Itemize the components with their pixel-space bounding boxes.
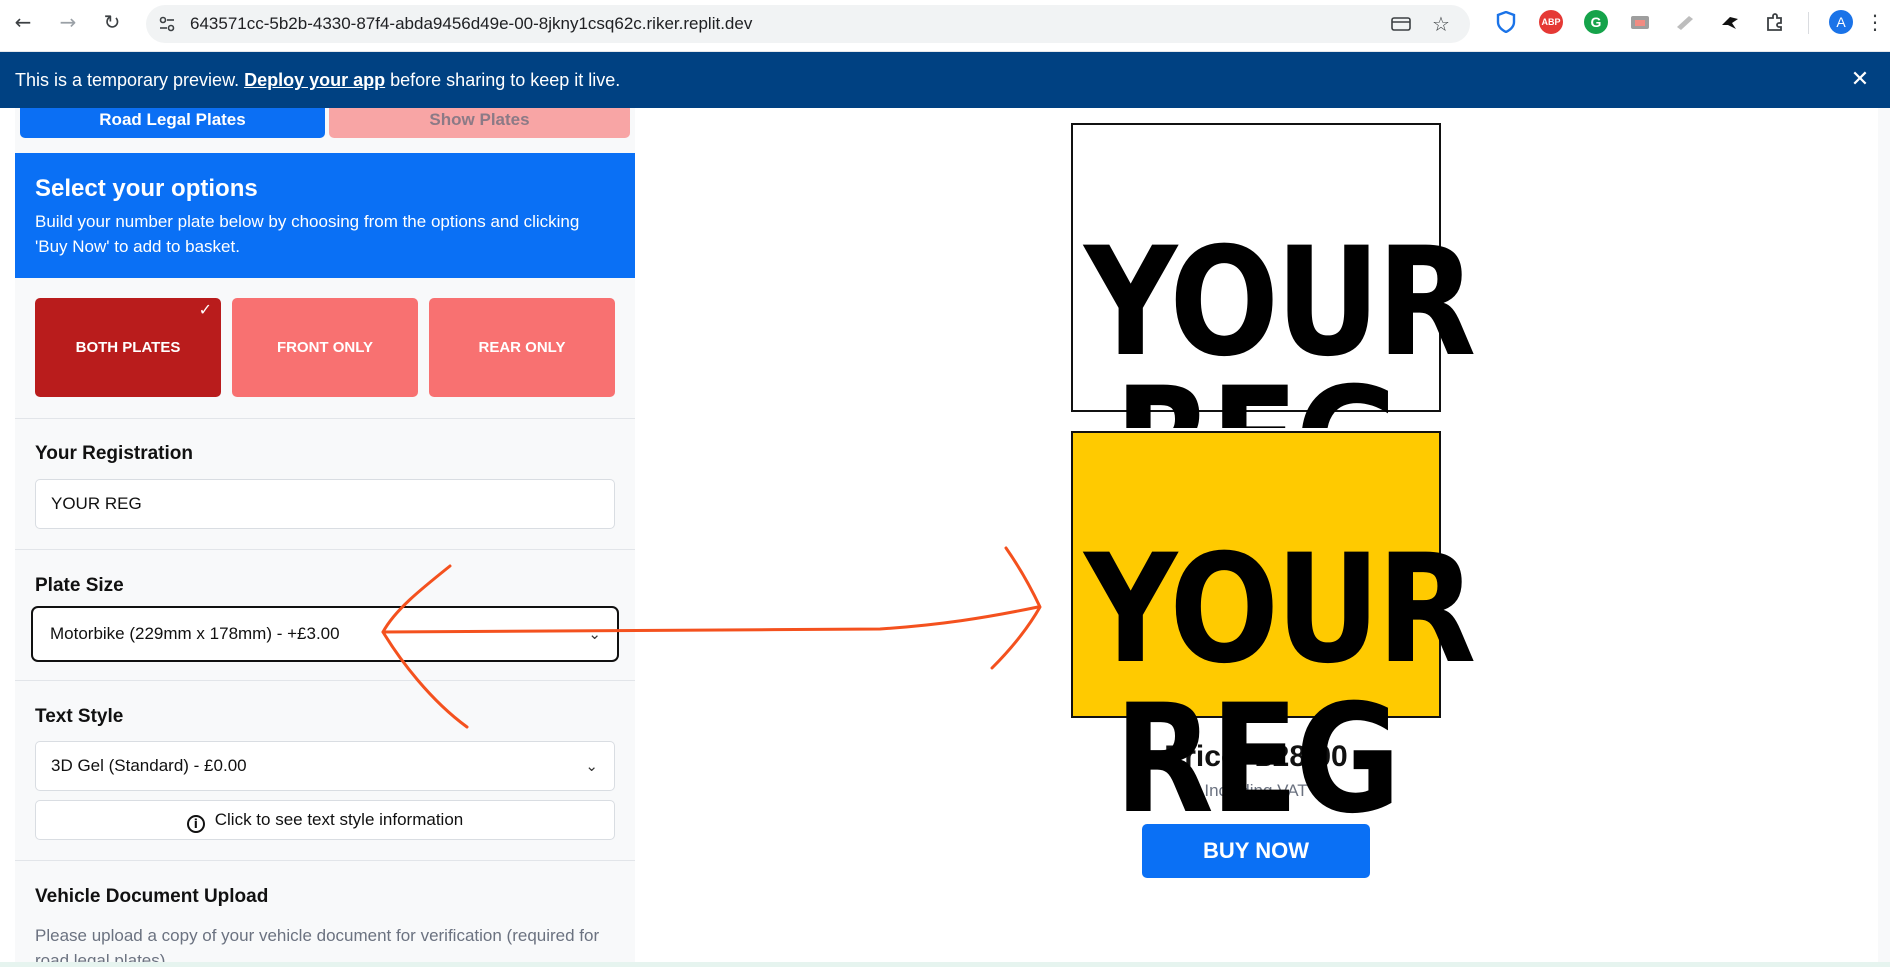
chevron-down-icon: ⌄ xyxy=(585,757,598,775)
rear-only-button[interactable]: REAR ONLY xyxy=(429,298,615,397)
options-title: Select your options xyxy=(35,175,258,202)
browser-toolbar: ← → ↻ 643571cc-5b2b-4330-87f4-abda9456d4… xyxy=(0,0,1890,52)
bookmark-star-icon[interactable]: ☆ xyxy=(1430,12,1452,36)
text-style-select[interactable]: 3D Gel (Standard) - £0.00 ⌄ xyxy=(35,741,615,791)
grammarly-icon[interactable]: G xyxy=(1584,10,1608,34)
registration-label: Your Registration xyxy=(35,443,193,464)
banner-prefix: This is a temporary preview. xyxy=(15,70,240,90)
deploy-link[interactable]: Deploy your app xyxy=(244,70,385,90)
section-divider xyxy=(15,418,635,419)
site-settings-icon[interactable] xyxy=(158,15,176,33)
bottom-edge xyxy=(0,962,1890,967)
plate-type-tabs: Road Legal Plates Show Plates xyxy=(20,108,630,138)
card-icon[interactable] xyxy=(1390,14,1412,34)
rear-plate-reg-line2: REG xyxy=(1114,673,1400,847)
toolbar-divider xyxy=(1808,12,1809,34)
back-icon[interactable]: ← xyxy=(11,10,35,34)
checkmark-icon: ✓ xyxy=(198,300,212,319)
menu-kebab-icon[interactable]: ⋮ xyxy=(1863,10,1887,34)
forward-icon[interactable]: → xyxy=(56,10,80,34)
reload-icon[interactable]: ↻ xyxy=(100,10,124,34)
chevron-down-icon: ⌄ xyxy=(588,625,601,643)
plate-size-select[interactable]: Motorbike (229mm x 178mm) - +£3.00 ⌄ xyxy=(31,606,619,662)
rear-only-label: REAR ONLY xyxy=(478,339,566,356)
front-only-label: FRONT ONLY xyxy=(276,339,374,356)
buy-now-button[interactable]: BUY NOW xyxy=(1142,824,1370,878)
screen-icon[interactable] xyxy=(1628,10,1652,34)
text-style-info-button[interactable]: i Click to see text style information xyxy=(35,800,615,840)
section-divider xyxy=(15,680,635,681)
info-icon: i xyxy=(186,815,205,833)
options-description: Build your number plate below by choosin… xyxy=(35,212,580,256)
both-plates-button[interactable]: BOTH PLATES ✓ xyxy=(35,298,221,397)
section-divider xyxy=(15,549,635,550)
profile-avatar[interactable]: A xyxy=(1829,10,1853,34)
front-plate-reg-line2: REG xyxy=(1084,373,1428,428)
close-icon[interactable]: ✕ xyxy=(1848,68,1872,92)
options-panel: Road Legal Plates Show Plates Select you… xyxy=(15,108,635,967)
registration-input[interactable]: YOUR REG xyxy=(35,479,615,529)
bird-icon[interactable] xyxy=(1718,10,1742,34)
address-bar[interactable]: 643571cc-5b2b-4330-87f4-abda9456d49e-00-… xyxy=(146,5,1470,43)
plate-size-label: Plate Size xyxy=(35,575,124,596)
plate-size-value: Motorbike (229mm x 178mm) - +£3.00 xyxy=(50,624,340,643)
both-plates-label: BOTH PLATES xyxy=(75,339,181,356)
rear-plate-reg-line1: YOUR xyxy=(1084,523,1476,697)
tab-road-legal-plates[interactable]: Road Legal Plates xyxy=(20,108,325,138)
banner-message: This is a temporary preview. Deploy your… xyxy=(15,52,620,108)
front-only-button[interactable]: FRONT ONLY xyxy=(232,298,418,397)
pen-icon[interactable] xyxy=(1673,10,1697,34)
tab-show-plates[interactable]: Show Plates xyxy=(329,108,630,138)
page-scroll-gutter xyxy=(1878,108,1890,962)
text-style-value: 3D Gel (Standard) - £0.00 xyxy=(51,756,247,775)
text-style-info-label: Click to see text style information xyxy=(214,810,464,829)
upload-label: Vehicle Document Upload xyxy=(35,886,269,907)
section-divider xyxy=(15,860,635,861)
preview-banner: This is a temporary preview. Deploy your… xyxy=(0,52,1890,108)
abp-icon[interactable]: ABP xyxy=(1539,10,1563,34)
banner-suffix: before sharing to keep it live. xyxy=(390,70,621,90)
options-header: Select your options Build your number pl… xyxy=(15,153,635,278)
front-plate-reg-line1: YOUR xyxy=(1084,216,1476,390)
text-style-label: Text Style xyxy=(35,706,124,727)
upload-description: Please upload a copy of your vehicle doc… xyxy=(35,926,600,967)
shield-icon[interactable] xyxy=(1494,10,1518,34)
puzzle-icon[interactable] xyxy=(1763,10,1787,34)
url-text[interactable]: 643571cc-5b2b-4330-87f4-abda9456d49e-00-… xyxy=(190,5,752,43)
